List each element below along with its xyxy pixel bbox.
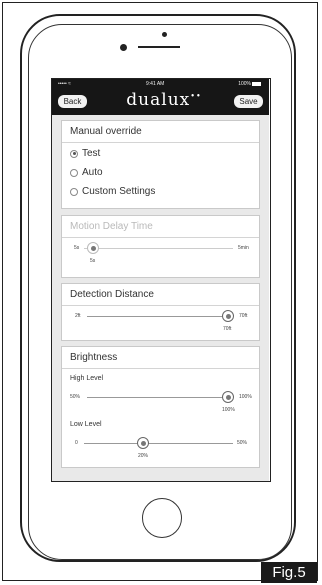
manual-override-card: Manual override Test Auto Custom Setting…	[61, 120, 260, 209]
low-level-max: 50%	[237, 440, 248, 446]
brand-name: dualux	[126, 90, 191, 110]
detection-distance-track	[87, 316, 227, 317]
back-button[interactable]: Back	[58, 95, 87, 108]
settings-content: Manual override Test Auto Custom Setting…	[52, 115, 269, 481]
signal-indicator: ••••• ≈	[58, 81, 71, 87]
detection-distance-slider[interactable]: 2ft 70ft 70ft	[62, 308, 261, 338]
battery-percent: 100%	[238, 81, 251, 87]
high-level-label: High Level	[70, 375, 104, 382]
brightness-card: Brightness High Level 50% 100% 100% Low …	[61, 346, 260, 468]
manual-override-title: Manual override	[62, 121, 259, 143]
option-auto[interactable]: Auto	[70, 167, 103, 178]
save-button[interactable]: Save	[234, 95, 263, 108]
motion-delay-track	[84, 248, 233, 249]
camera-dot-icon	[120, 44, 127, 51]
low-level-slider[interactable]: 0 50% 20%	[62, 435, 261, 465]
detection-distance-title: Detection Distance	[62, 284, 259, 306]
option-label: Custom Settings	[82, 186, 156, 197]
motion-delay-max: 5min	[238, 245, 249, 251]
option-label: Auto	[82, 167, 103, 178]
option-test[interactable]: Test	[70, 148, 100, 159]
brand-mark: ••	[190, 91, 202, 101]
high-level-slider[interactable]: 50% 100% 100%	[62, 389, 261, 419]
brightness-title: Brightness	[62, 347, 259, 369]
status-bar: ••••• ≈ 9:41 AM 100%	[52, 79, 269, 90]
brand-logo: dualux••	[114, 90, 214, 110]
front-camera-icon	[162, 32, 167, 37]
detection-distance-min: 2ft	[75, 313, 81, 319]
motion-delay-value: 5s	[90, 258, 96, 264]
high-level-track	[87, 397, 227, 398]
high-level-value: 100%	[222, 407, 235, 413]
app-screen: ••••• ≈ 9:41 AM 100% Back dualux•• Save …	[51, 78, 271, 482]
detection-distance-value: 70ft	[223, 326, 232, 332]
option-label: Test	[82, 148, 101, 159]
speaker-grille	[138, 46, 180, 48]
home-button[interactable]	[142, 498, 182, 538]
motion-delay-thumb[interactable]	[87, 242, 99, 254]
high-level-min: 50%	[70, 394, 81, 400]
motion-delay-title: Motion Delay Time	[62, 216, 259, 238]
low-level-thumb[interactable]	[137, 437, 149, 449]
high-level-thumb[interactable]	[222, 391, 234, 403]
figure-label: Fig.5	[261, 562, 317, 583]
battery-indicator: 100%	[238, 81, 261, 87]
radio-unselected-icon	[70, 187, 78, 196]
low-level-label: Low Level	[70, 421, 102, 428]
high-level-max: 100%	[239, 394, 252, 400]
motion-delay-card: Motion Delay Time 5s 5min 5s	[61, 215, 260, 278]
motion-delay-slider[interactable]: 5s 5min 5s	[62, 240, 261, 270]
low-level-track	[84, 443, 233, 444]
radio-selected-icon	[70, 149, 78, 158]
status-time: 9:41 AM	[146, 81, 165, 87]
detection-distance-max: 70ft	[239, 313, 248, 319]
radio-unselected-icon	[70, 168, 78, 177]
low-level-min: 0	[75, 440, 78, 446]
option-custom-settings[interactable]: Custom Settings	[70, 186, 155, 197]
detection-distance-card: Detection Distance 2ft 70ft 70ft	[61, 283, 260, 341]
battery-icon	[252, 81, 261, 86]
motion-delay-min: 5s	[74, 245, 80, 251]
detection-distance-thumb[interactable]	[222, 310, 234, 322]
app-header: ••••• ≈ 9:41 AM 100% Back dualux•• Save	[52, 79, 269, 115]
low-level-value: 20%	[138, 453, 149, 459]
